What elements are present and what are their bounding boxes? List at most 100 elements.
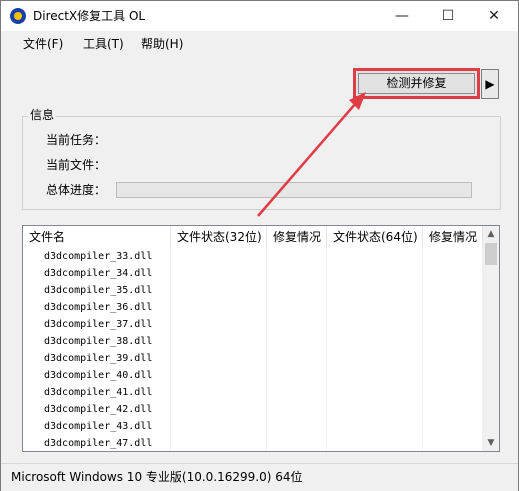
- status-cell: [171, 333, 267, 350]
- status-cell: [171, 350, 267, 367]
- detect-and-repair-label: 检测并修复: [358, 73, 475, 94]
- table-row[interactable]: d3dcompiler_34.dll: [23, 265, 483, 282]
- table-row[interactable]: d3dcompiler_36.dll: [23, 299, 483, 316]
- progress-label: 总体进度：: [46, 183, 107, 197]
- header-status-32[interactable]: 文件状态(32位): [171, 226, 267, 248]
- status-cell: [423, 265, 483, 282]
- status-cell: [327, 248, 423, 265]
- status-cell: [267, 333, 327, 350]
- status-cell: [327, 367, 423, 384]
- current-task-label: 当前任务：: [46, 133, 107, 147]
- table-row[interactable]: d3dcompiler_43.dll: [23, 418, 483, 435]
- filename-cell: d3dcompiler_41.dll: [23, 384, 171, 401]
- scroll-thumb[interactable]: [485, 243, 497, 265]
- header-repair-64[interactable]: 修复情况: [423, 226, 483, 248]
- status-cell: [327, 333, 423, 350]
- menu-tools[interactable]: 工具(T): [83, 37, 124, 51]
- status-cell: [267, 248, 327, 265]
- info-group-title: 信息: [28, 107, 57, 123]
- header-status-64[interactable]: 文件状态(64位): [327, 226, 423, 248]
- menu-file[interactable]: 文件(F): [23, 37, 63, 51]
- status-cell: [423, 350, 483, 367]
- status-cell: [327, 384, 423, 401]
- status-cell: [267, 367, 327, 384]
- app-logo-icon: [10, 8, 26, 24]
- status-cell: [267, 435, 327, 451]
- status-bar: Microsoft Windows 10 专业版(10.0.16299.0) 6…: [1, 463, 518, 491]
- overall-progress-bar: [116, 182, 472, 198]
- filename-cell: d3dcompiler_37.dll: [23, 316, 171, 333]
- status-cell: [423, 316, 483, 333]
- table-row[interactable]: d3dcompiler_33.dll: [23, 248, 483, 265]
- filename-cell: d3dcompiler_34.dll: [23, 265, 171, 282]
- status-cell: [171, 265, 267, 282]
- title-bar[interactable]: DirectX修复工具 OL — ☐ ✕: [1, 1, 518, 31]
- status-cell: [171, 248, 267, 265]
- vertical-scrollbar[interactable]: ▲ ▼: [483, 226, 499, 451]
- column-divider: [326, 248, 327, 451]
- table-row[interactable]: d3dcompiler_47.dll: [23, 435, 483, 451]
- status-cell: [171, 435, 267, 451]
- status-cell: [327, 265, 423, 282]
- filename-cell: d3dcompiler_35.dll: [23, 282, 171, 299]
- column-divider: [266, 248, 267, 451]
- status-cell: [267, 350, 327, 367]
- status-cell: [423, 418, 483, 435]
- maximize-button[interactable]: ☐: [425, 1, 471, 31]
- status-cell: [327, 435, 423, 451]
- status-cell: [423, 299, 483, 316]
- table-row[interactable]: d3dcompiler_40.dll: [23, 367, 483, 384]
- table-row[interactable]: d3dcompiler_37.dll: [23, 316, 483, 333]
- status-cell: [171, 282, 267, 299]
- filename-cell: d3dcompiler_39.dll: [23, 350, 171, 367]
- filename-cell: d3dcompiler_43.dll: [23, 418, 171, 435]
- status-cell: [423, 367, 483, 384]
- status-cell: [267, 265, 327, 282]
- close-button[interactable]: ✕: [471, 1, 517, 31]
- status-cell: [327, 418, 423, 435]
- maximize-icon: ☐: [441, 8, 455, 24]
- status-cell: [423, 401, 483, 418]
- status-cell: [423, 333, 483, 350]
- scroll-up-icon[interactable]: ▲: [483, 226, 499, 242]
- current-file-label: 当前文件：: [46, 158, 107, 172]
- os-version-status: Microsoft Windows 10 专业版(10.0.16299.0) 6…: [11, 470, 303, 484]
- detect-and-repair-button[interactable]: 检测并修复: [353, 68, 480, 99]
- status-cell: [171, 299, 267, 316]
- table-row[interactable]: d3dcompiler_42.dll: [23, 401, 483, 418]
- filename-cell: d3dcompiler_40.dll: [23, 367, 171, 384]
- dropdown-arrow-button[interactable]: ▶: [481, 69, 499, 99]
- status-cell: [171, 401, 267, 418]
- table-row[interactable]: d3dcompiler_39.dll: [23, 350, 483, 367]
- status-cell: [327, 282, 423, 299]
- scroll-down-icon[interactable]: ▼: [483, 435, 499, 451]
- file-list-header: 文件名 文件状态(32位) 修复情况 文件状态(64位) 修复情况: [23, 226, 483, 248]
- table-row[interactable]: d3dcompiler_38.dll: [23, 333, 483, 350]
- column-divider: [422, 248, 423, 451]
- menu-bar: 文件(F) 工具(T) 帮助(H): [1, 31, 518, 56]
- column-divider: [170, 248, 171, 451]
- status-cell: [267, 316, 327, 333]
- status-cell: [327, 299, 423, 316]
- status-cell: [423, 282, 483, 299]
- status-cell: [423, 248, 483, 265]
- status-cell: [171, 367, 267, 384]
- file-list[interactable]: 文件名 文件状态(32位) 修复情况 文件状态(64位) 修复情况 d3dcom…: [22, 225, 500, 452]
- status-cell: [267, 418, 327, 435]
- menu-help[interactable]: 帮助(H): [141, 37, 183, 51]
- table-row[interactable]: d3dcompiler_35.dll: [23, 282, 483, 299]
- app-window: DirectX修复工具 OL — ☐ ✕ 文件(F) 工具(T) 帮助(H) 检…: [0, 0, 519, 491]
- close-icon: ✕: [488, 8, 500, 24]
- triangle-right-icon: ▶: [485, 77, 495, 91]
- status-cell: [267, 384, 327, 401]
- filename-cell: d3dcompiler_33.dll: [23, 248, 171, 265]
- header-repair-32[interactable]: 修复情况: [267, 226, 327, 248]
- minimize-icon: —: [395, 8, 409, 24]
- status-cell: [423, 384, 483, 401]
- status-cell: [327, 401, 423, 418]
- minimize-button[interactable]: —: [379, 1, 425, 31]
- header-filename[interactable]: 文件名: [23, 226, 171, 248]
- table-row[interactable]: d3dcompiler_41.dll: [23, 384, 483, 401]
- window-title: DirectX修复工具 OL: [33, 9, 146, 23]
- filename-cell: d3dcompiler_36.dll: [23, 299, 171, 316]
